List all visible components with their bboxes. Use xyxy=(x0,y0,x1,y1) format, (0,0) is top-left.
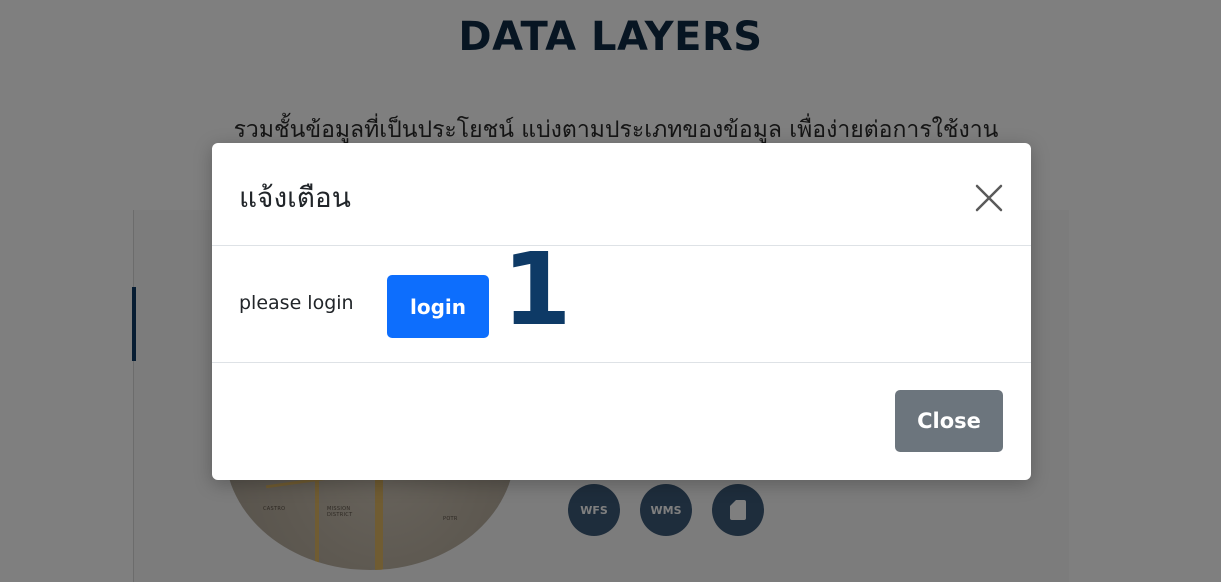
modal-body: please login login 1 xyxy=(212,240,1031,363)
page: DATA LAYERS รวมชั้นข้อมูลที่เป็นประโยชน์… xyxy=(0,0,1221,582)
close-button[interactable]: Close xyxy=(895,390,1003,452)
close-icon[interactable] xyxy=(972,181,1006,215)
alert-modal: แจ้งเตือน please login login 1 Close xyxy=(212,143,1031,480)
modal-header: แจ้งเตือน xyxy=(212,143,1031,246)
modal-footer: Close xyxy=(212,363,1031,480)
step-number-annotation: 1 xyxy=(502,231,572,348)
please-login-text: please login xyxy=(239,292,354,314)
modal-title: แจ้งเตือน xyxy=(239,181,351,214)
login-button[interactable]: login xyxy=(387,275,489,338)
